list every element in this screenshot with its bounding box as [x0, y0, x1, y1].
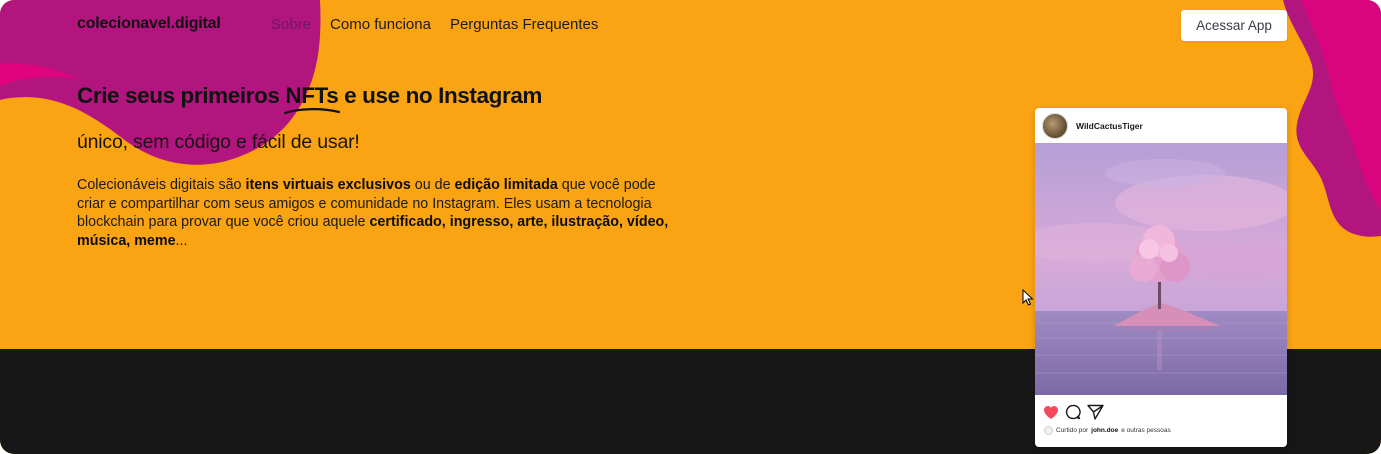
post-header: WildCactusTiger — [1035, 108, 1287, 143]
headline-text-end: e use no Instagram — [338, 83, 543, 108]
headline-highlight: NFTs — [284, 83, 341, 115]
share-icon[interactable] — [1087, 404, 1104, 425]
likes-user[interactable]: john.doe — [1091, 427, 1118, 434]
underline-swoosh-icon — [284, 108, 341, 115]
description-text: Colecionáveis digitais são — [77, 177, 246, 193]
avatar[interactable] — [1042, 113, 1068, 139]
access-app-button[interactable]: Acessar App — [1181, 10, 1287, 41]
avatar — [1044, 426, 1053, 435]
brand-logo-text[interactable]: colecionavel.digital — [77, 15, 221, 33]
headline-text-start: Crie seus primeiros — [77, 83, 286, 108]
description-bold: edição limitada — [454, 177, 558, 193]
nav-link-perguntas-frequentes[interactable]: Perguntas Frequentes — [450, 16, 598, 33]
post-actions — [1043, 404, 1104, 425]
description-text: ou de — [410, 177, 455, 193]
mouse-cursor-icon — [1022, 289, 1034, 306]
hero-subtitle: único, sem código e fácil de usar! — [77, 131, 360, 153]
page-frame: colecionavel.digital Sobre Como funciona… — [0, 0, 1381, 454]
hero-description: Colecionáveis digitais são itens virtuai… — [77, 176, 677, 250]
hero-headline: Crie seus primeiros NFTs e use no Instag… — [77, 83, 543, 115]
post-image-tree-island — [1035, 143, 1287, 395]
post-username[interactable]: WildCactusTiger — [1076, 121, 1143, 131]
description-bold: itens virtuais exclusivos — [245, 177, 411, 193]
post-likes-text: Curtido por john.doe e outras pessoas — [1044, 426, 1171, 435]
nav-links: Sobre Como funciona Perguntas Frequentes — [271, 16, 598, 33]
likes-prefix: Curtido por — [1056, 427, 1089, 434]
heart-icon[interactable] — [1043, 405, 1059, 425]
nav-link-sobre[interactable]: Sobre — [271, 16, 311, 33]
nav-link-como-funciona[interactable]: Como funciona — [330, 16, 431, 33]
description-text: ... — [175, 232, 188, 249]
likes-suffix: e outras pessoas — [1121, 427, 1171, 434]
top-navbar: colecionavel.digital Sobre Como funciona… — [0, 0, 1381, 52]
headline-highlight-text: NFTs — [285, 83, 339, 108]
instagram-post-mockup: WildCactusTiger Curtido por john.doe e o… — [1035, 108, 1287, 447]
comment-icon[interactable] — [1065, 404, 1081, 425]
